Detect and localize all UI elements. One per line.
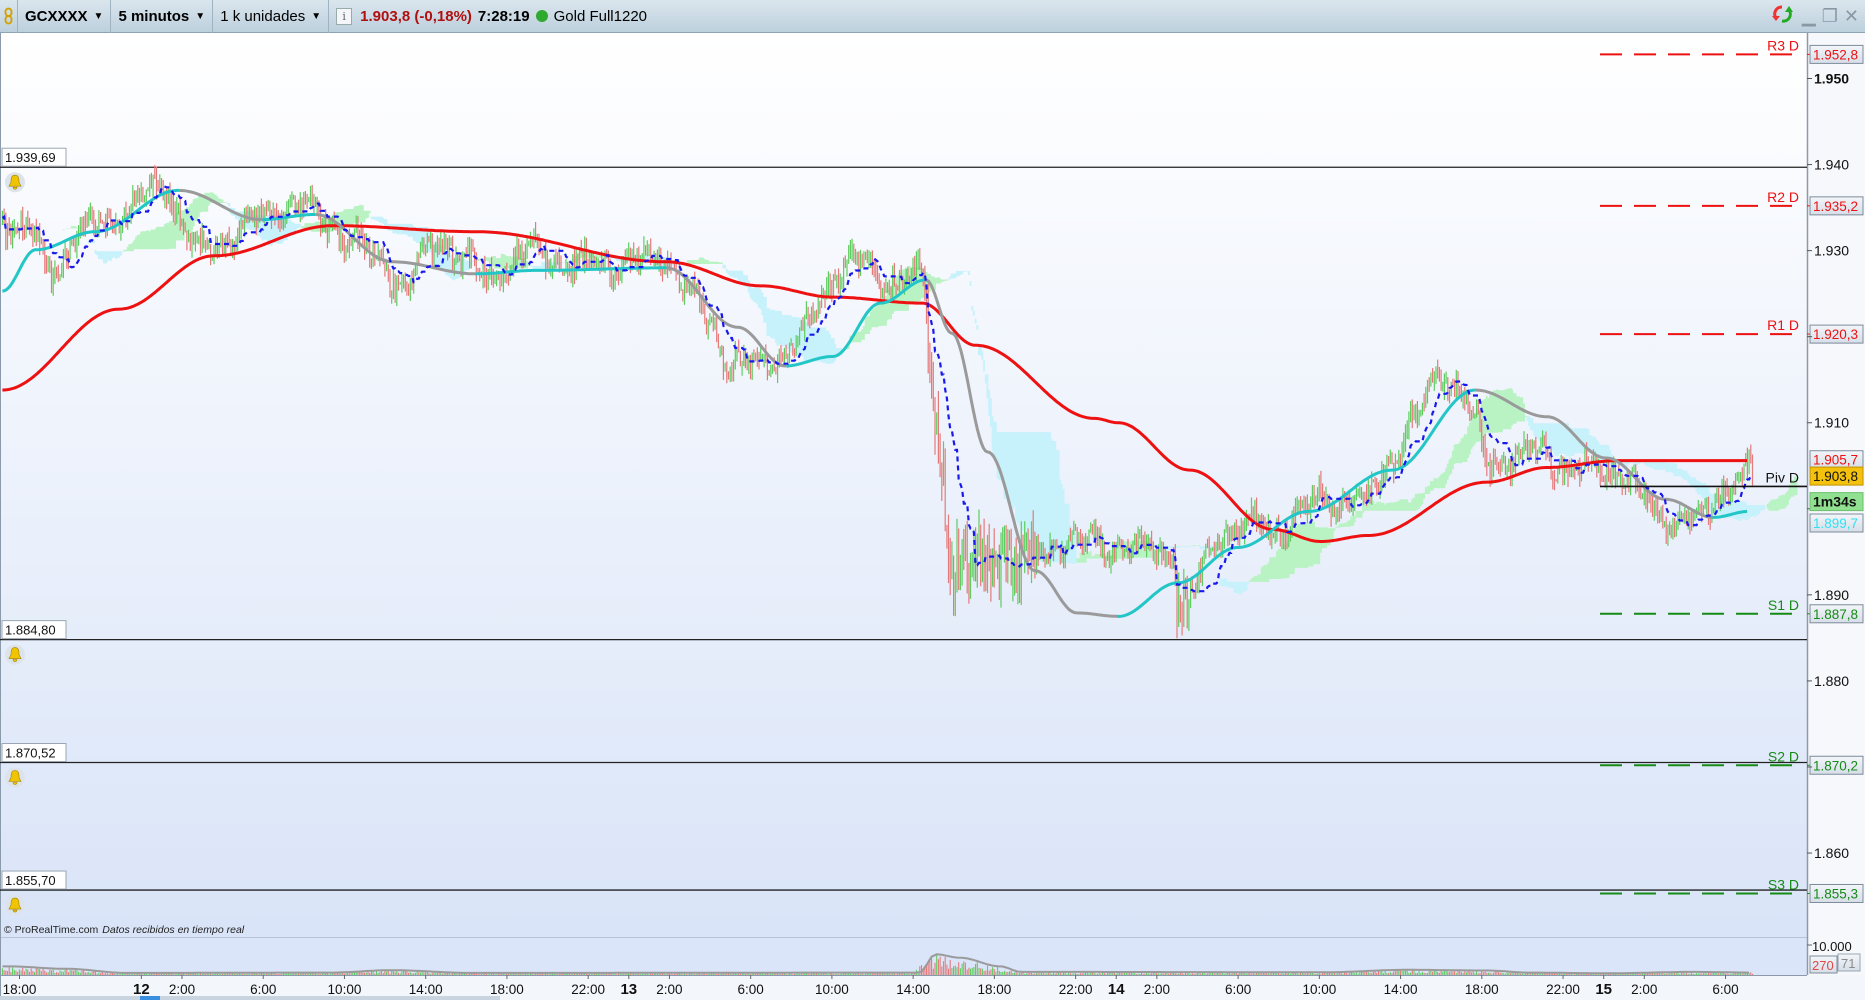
quote-time: 7:28:19 [477, 7, 530, 25]
close-icon[interactable]: ✕ [1844, 6, 1859, 27]
data-feed-label: Gold Full1220 [553, 7, 648, 25]
time-label: 18:00 [977, 982, 1011, 997]
chart-toolbar: GCXXXX ▼ 5 minutos ▼ 1 k unidades ▼ i 1.903… [0, 0, 1865, 33]
volume-marker-red: 270 [1812, 958, 1834, 973]
data-status: © ProRealTime.com Datos recibidos en tiem… [4, 924, 244, 936]
alert-price-label: 1.870,52 [5, 746, 56, 761]
copyright-text: © ProRealTime.com [4, 924, 99, 936]
chevron-down-icon: ▼ [195, 10, 206, 22]
horizontal-scrollbar[interactable] [0, 996, 500, 1000]
timeframe-selector[interactable]: 5 minutos ▼ [111, 0, 214, 33]
pivot-value-label: 1.952,8 [1813, 47, 1858, 62]
volume-axis-label: 10.000 [1812, 939, 1852, 954]
realtime-status-text: Datos recibidos en tiempo real [102, 924, 245, 936]
time-label: 18:00 [490, 982, 524, 997]
time-day-label: 15 [1595, 981, 1612, 998]
bell-icon[interactable] [5, 172, 25, 193]
time-day-label: 13 [620, 981, 637, 998]
time-label: 14:00 [1384, 982, 1418, 997]
pivot-name-label: S2 D [1768, 748, 1799, 764]
price-marker-label: 1.905,7 [1813, 453, 1858, 468]
pivot-name-label: R1 D [1767, 317, 1799, 333]
chevron-down-icon: ▼ [93, 10, 104, 22]
price-tick-label: 1.910 [1814, 415, 1849, 431]
chevron-down-icon: ▼ [311, 10, 322, 22]
pivot-value-label: 1.855,3 [1813, 886, 1858, 901]
link-icon [4, 7, 13, 25]
time-label: 6:00 [1712, 982, 1738, 997]
info-icon[interactable]: i [336, 7, 353, 25]
price-tick-label: 1.940 [1814, 157, 1849, 173]
time-label: 22:00 [1546, 982, 1580, 997]
units-label: 1 k unidades [220, 7, 306, 25]
price-marker-label: 1.903,8 [1813, 469, 1858, 484]
pivot-name-label: S3 D [1768, 876, 1799, 892]
time-label: 22:00 [571, 982, 605, 997]
volume-marker-gray: 71 [1841, 956, 1855, 971]
time-label: 2:00 [1631, 982, 1657, 997]
price-pane-background [0, 33, 1807, 937]
bell-icon[interactable] [5, 767, 25, 788]
pivot-value-label: 1.870,2 [1813, 758, 1858, 773]
time-day-label: 14 [1108, 981, 1125, 998]
time-label: 6:00 [1225, 982, 1251, 997]
restore-icon[interactable]: ❐ [1822, 6, 1838, 27]
alert-price-label: 1.855,70 [5, 873, 56, 888]
refresh-icon[interactable] [1770, 3, 1796, 30]
pivot-name-label: S1 D [1768, 597, 1799, 613]
time-label: 14:00 [896, 982, 930, 997]
price-tick-label: 1.950 [1814, 71, 1849, 87]
connection-status-icon [535, 10, 548, 22]
time-label: 6:00 [250, 982, 276, 997]
time-label: 6:00 [738, 982, 764, 997]
quote-info: i 1.903,8 (-0,18%) 7:28:19 Gold Full1220 [329, 0, 654, 33]
time-label: 2:00 [169, 982, 195, 997]
symbol-selector[interactable]: GCXXXX ▼ [18, 0, 112, 33]
last-price-change: 1.903,8 (-0,18%) [360, 7, 472, 25]
timeframe-label: 5 minutos [118, 7, 190, 25]
pivot-name-label: R3 D [1767, 37, 1799, 53]
minimize-icon[interactable]: ▁ [1802, 6, 1816, 27]
alert-price-label: 1.939,69 [5, 150, 56, 165]
pivot-name-label: R2 D [1767, 189, 1799, 205]
price-tick-label: 1.860 [1814, 845, 1849, 861]
bell-icon[interactable] [5, 644, 25, 665]
price-chart[interactable]: 1.939,69 1.884,80 1.870,52 1.855,70 R3 D 1.9… [0, 33, 1865, 1000]
time-label: 18:00 [1465, 982, 1499, 997]
alert-price-label: 1.884,80 [5, 623, 56, 638]
time-label: 22:00 [1059, 982, 1093, 997]
time-label: 10:00 [815, 982, 849, 997]
price-tick-label: 1.880 [1814, 673, 1849, 689]
link-button[interactable] [0, 0, 18, 33]
time-label: 18:00 [3, 982, 37, 997]
price-tick-label: 1.930 [1814, 243, 1849, 259]
volume-pane-background [0, 937, 1807, 975]
bar-countdown-label: 1m34s [1813, 494, 1857, 510]
time-label: 2:00 [656, 982, 682, 997]
window-controls: ▁ ❐ ✕ [1770, 0, 1859, 33]
symbol-label: GCXXXX [25, 7, 88, 25]
pivot-value-label: 1.920,3 [1813, 327, 1858, 342]
time-label: 2:00 [1144, 982, 1170, 997]
time-label: 14:00 [409, 982, 443, 997]
pivot-name-label: Piv D [1766, 469, 1799, 485]
pivot-value-label: 1.887,8 [1813, 607, 1858, 622]
bell-icon[interactable] [5, 895, 25, 916]
scrollbar-thumb[interactable] [140, 996, 160, 1000]
time-label: 10:00 [328, 982, 362, 997]
price-tick-label: 1.890 [1814, 587, 1849, 603]
price-marker-label: 1.899,7 [1813, 516, 1858, 531]
pivot-value-label: 1.935,2 [1813, 199, 1858, 214]
time-day-label: 12 [133, 981, 150, 998]
units-selector[interactable]: 1 k unidades ▼ [213, 0, 330, 33]
time-label: 10:00 [1302, 982, 1336, 997]
